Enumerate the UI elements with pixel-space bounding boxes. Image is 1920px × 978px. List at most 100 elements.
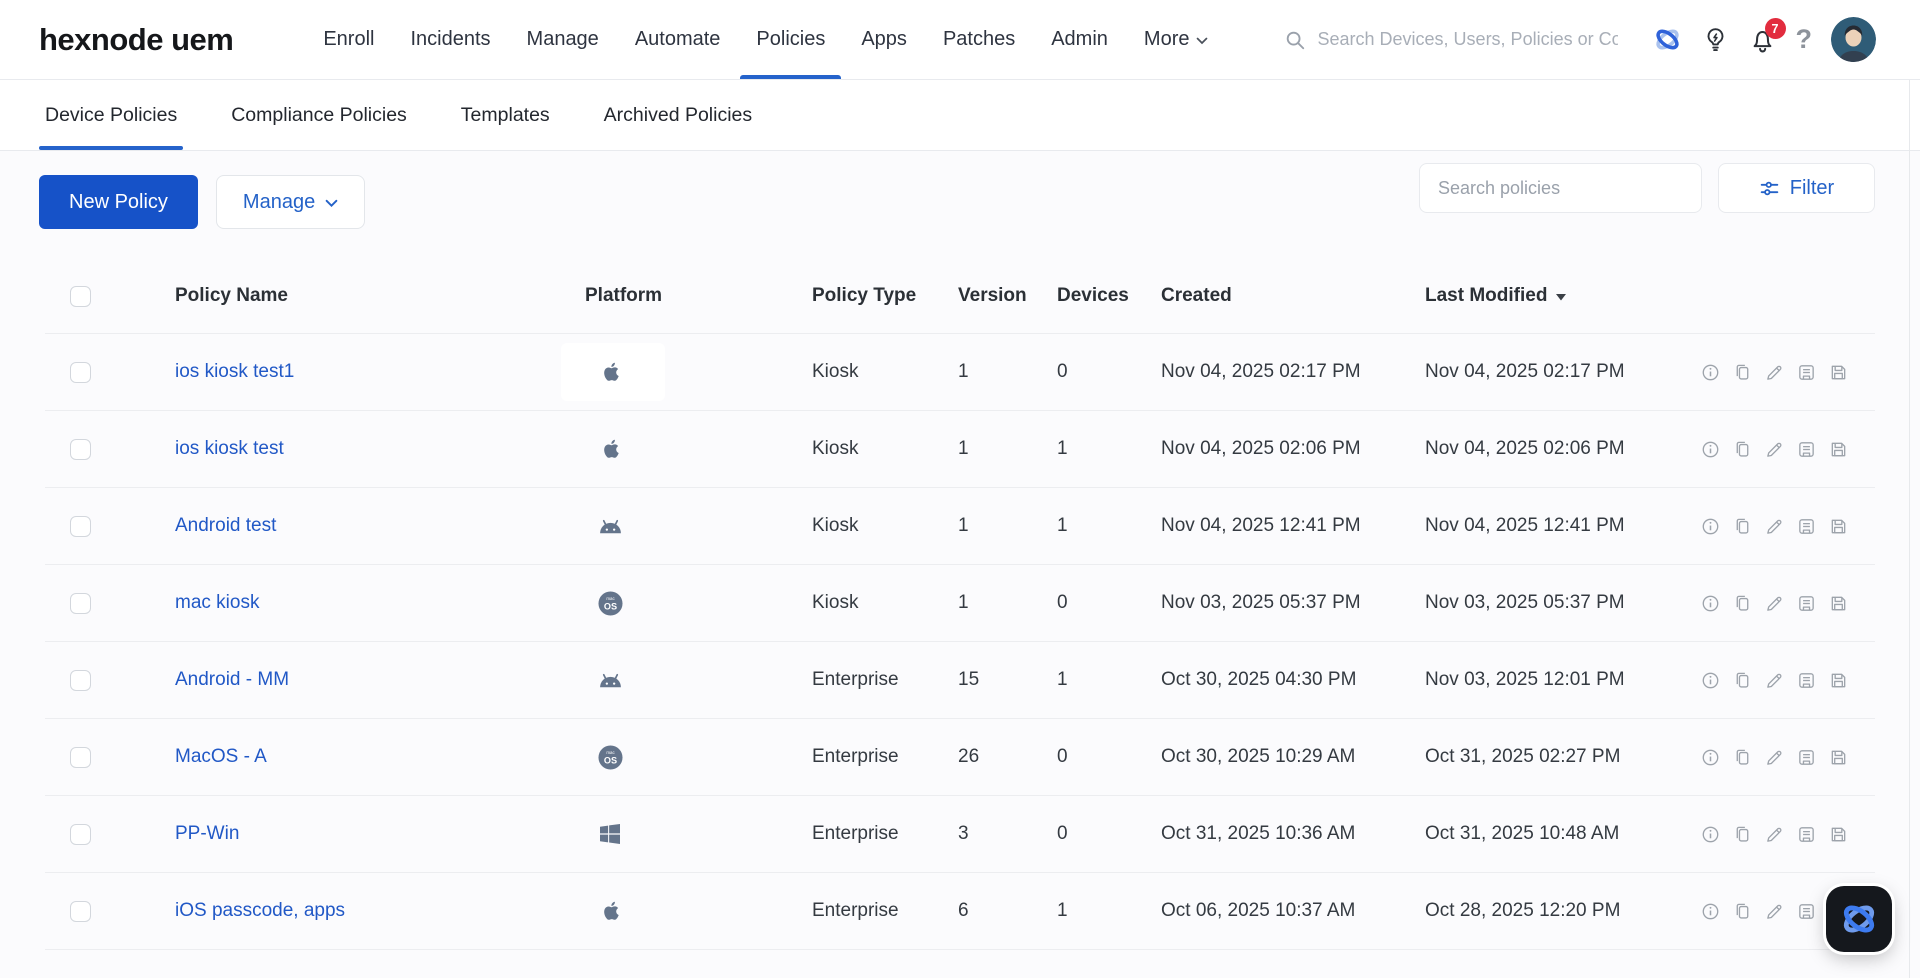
policy-type-cell: Enterprise bbox=[812, 900, 899, 921]
tab-compliance-policies[interactable]: Compliance Policies bbox=[231, 80, 407, 150]
policy-name-link[interactable]: Android test bbox=[175, 515, 276, 537]
archive-icon[interactable] bbox=[1797, 594, 1816, 613]
global-search-input[interactable] bbox=[1317, 29, 1618, 50]
archive-icon[interactable] bbox=[1797, 517, 1816, 536]
hexnode-assistant-icon[interactable] bbox=[1826, 886, 1892, 952]
save-icon[interactable] bbox=[1829, 517, 1848, 536]
filter-button[interactable]: Filter bbox=[1718, 163, 1875, 213]
save-icon[interactable] bbox=[1829, 594, 1848, 613]
archive-icon[interactable] bbox=[1797, 902, 1816, 921]
tab-device-policies[interactable]: Device Policies bbox=[38, 80, 184, 150]
row-checkbox[interactable] bbox=[70, 746, 91, 768]
help-icon[interactable]: ? bbox=[1796, 26, 1813, 53]
duplicate-icon[interactable] bbox=[1733, 825, 1752, 844]
manage-dropdown-button[interactable]: Manage bbox=[215, 175, 366, 229]
info-icon[interactable] bbox=[1701, 748, 1720, 767]
policy-name-link[interactable]: MacOS - A bbox=[175, 746, 267, 768]
save-icon[interactable] bbox=[1829, 363, 1848, 382]
duplicate-icon[interactable] bbox=[1733, 902, 1752, 921]
nav-item-enroll[interactable]: Enroll bbox=[323, 0, 374, 79]
duplicate-icon[interactable] bbox=[1733, 748, 1752, 767]
nav-item-more[interactable]: More bbox=[1144, 0, 1209, 79]
policy-name-link[interactable]: ios kiosk test bbox=[175, 438, 284, 460]
header-last-modified[interactable]: Last Modified bbox=[1425, 285, 1701, 307]
edit-icon[interactable] bbox=[1765, 902, 1784, 921]
duplicate-icon[interactable] bbox=[1733, 671, 1752, 690]
row-checkbox[interactable] bbox=[70, 438, 91, 460]
topbar-right: 7 ? bbox=[1284, 17, 1876, 62]
created-cell: Nov 04, 2025 02:06 PM bbox=[1161, 438, 1361, 459]
duplicate-icon[interactable] bbox=[1733, 594, 1752, 613]
toolbar: New Policy Manage Filter bbox=[0, 151, 1920, 229]
sort-desc-icon bbox=[1556, 293, 1567, 301]
policy-type-cell: Kiosk bbox=[812, 515, 859, 536]
modified-cell: Nov 03, 2025 05:37 PM bbox=[1425, 592, 1625, 613]
row-checkbox[interactable] bbox=[70, 361, 91, 383]
edit-icon[interactable] bbox=[1765, 517, 1784, 536]
info-icon[interactable] bbox=[1701, 825, 1720, 844]
nav-item-apps[interactable]: Apps bbox=[861, 0, 907, 79]
info-icon[interactable] bbox=[1701, 363, 1720, 382]
row-checkbox[interactable] bbox=[70, 823, 91, 845]
save-icon[interactable] bbox=[1829, 825, 1848, 844]
save-icon[interactable] bbox=[1829, 748, 1848, 767]
policy-type-cell: Enterprise bbox=[812, 823, 899, 844]
modified-cell: Oct 28, 2025 12:20 PM bbox=[1425, 900, 1621, 921]
apple-icon bbox=[601, 438, 620, 460]
notifications-bell-icon[interactable]: 7 bbox=[1748, 18, 1786, 54]
duplicate-icon[interactable] bbox=[1733, 517, 1752, 536]
edit-icon[interactable] bbox=[1765, 594, 1784, 613]
whats-new-bulb-icon[interactable] bbox=[1702, 26, 1729, 53]
info-icon[interactable] bbox=[1701, 440, 1720, 459]
edit-icon[interactable] bbox=[1765, 671, 1784, 690]
modified-cell: Nov 04, 2025 12:41 PM bbox=[1425, 515, 1625, 536]
duplicate-icon[interactable] bbox=[1733, 363, 1752, 382]
nav-item-manage[interactable]: Manage bbox=[527, 0, 599, 79]
nav-item-policies[interactable]: Policies bbox=[740, 0, 842, 79]
archive-icon[interactable] bbox=[1797, 363, 1816, 382]
global-search bbox=[1284, 29, 1618, 51]
row-checkbox[interactable] bbox=[70, 900, 91, 922]
user-avatar[interactable] bbox=[1831, 17, 1876, 62]
info-icon[interactable] bbox=[1701, 671, 1720, 690]
policy-name-link[interactable]: Android - MM bbox=[175, 669, 289, 691]
info-icon[interactable] bbox=[1701, 594, 1720, 613]
nav-item-admin[interactable]: Admin bbox=[1051, 0, 1108, 79]
select-all-checkbox[interactable] bbox=[70, 285, 91, 307]
tab-templates[interactable]: Templates bbox=[461, 80, 550, 150]
archive-icon[interactable] bbox=[1797, 671, 1816, 690]
edit-icon[interactable] bbox=[1765, 440, 1784, 459]
archive-icon[interactable] bbox=[1797, 825, 1816, 844]
version-cell: 1 bbox=[958, 592, 969, 613]
row-checkbox[interactable] bbox=[70, 669, 91, 691]
save-icon[interactable] bbox=[1829, 440, 1848, 459]
new-policy-button[interactable]: New Policy bbox=[39, 175, 198, 229]
info-icon[interactable] bbox=[1701, 517, 1720, 536]
policy-search-input[interactable] bbox=[1419, 163, 1702, 213]
hexnode-knot-icon[interactable] bbox=[1652, 24, 1683, 55]
archive-icon[interactable] bbox=[1797, 748, 1816, 767]
archive-icon[interactable] bbox=[1797, 440, 1816, 459]
info-icon[interactable] bbox=[1701, 902, 1720, 921]
save-icon[interactable] bbox=[1829, 671, 1848, 690]
row-checkbox[interactable] bbox=[70, 592, 91, 614]
nav-item-automate[interactable]: Automate bbox=[635, 0, 721, 79]
policy-name-link[interactable]: ios kiosk test1 bbox=[175, 361, 294, 383]
row-checkbox[interactable] bbox=[70, 515, 91, 537]
created-cell: Oct 31, 2025 10:36 AM bbox=[1161, 823, 1356, 844]
policy-name-link[interactable]: PP-Win bbox=[175, 823, 239, 845]
tab-archived-policies[interactable]: Archived Policies bbox=[604, 80, 752, 150]
nav-item-incidents[interactable]: Incidents bbox=[410, 0, 490, 79]
policy-name-link[interactable]: mac kiosk bbox=[175, 592, 259, 614]
sliders-filter-icon bbox=[1759, 178, 1780, 199]
svg-text:OS: OS bbox=[603, 601, 616, 611]
devices-cell: 0 bbox=[1057, 592, 1068, 613]
duplicate-icon[interactable] bbox=[1733, 440, 1752, 459]
nav-item-patches[interactable]: Patches bbox=[943, 0, 1015, 79]
version-cell: 1 bbox=[958, 515, 969, 536]
edit-icon[interactable] bbox=[1765, 748, 1784, 767]
policy-name-link[interactable]: iOS passcode, apps bbox=[175, 900, 345, 922]
edit-icon[interactable] bbox=[1765, 825, 1784, 844]
edit-icon[interactable] bbox=[1765, 363, 1784, 382]
android-icon bbox=[598, 673, 623, 688]
